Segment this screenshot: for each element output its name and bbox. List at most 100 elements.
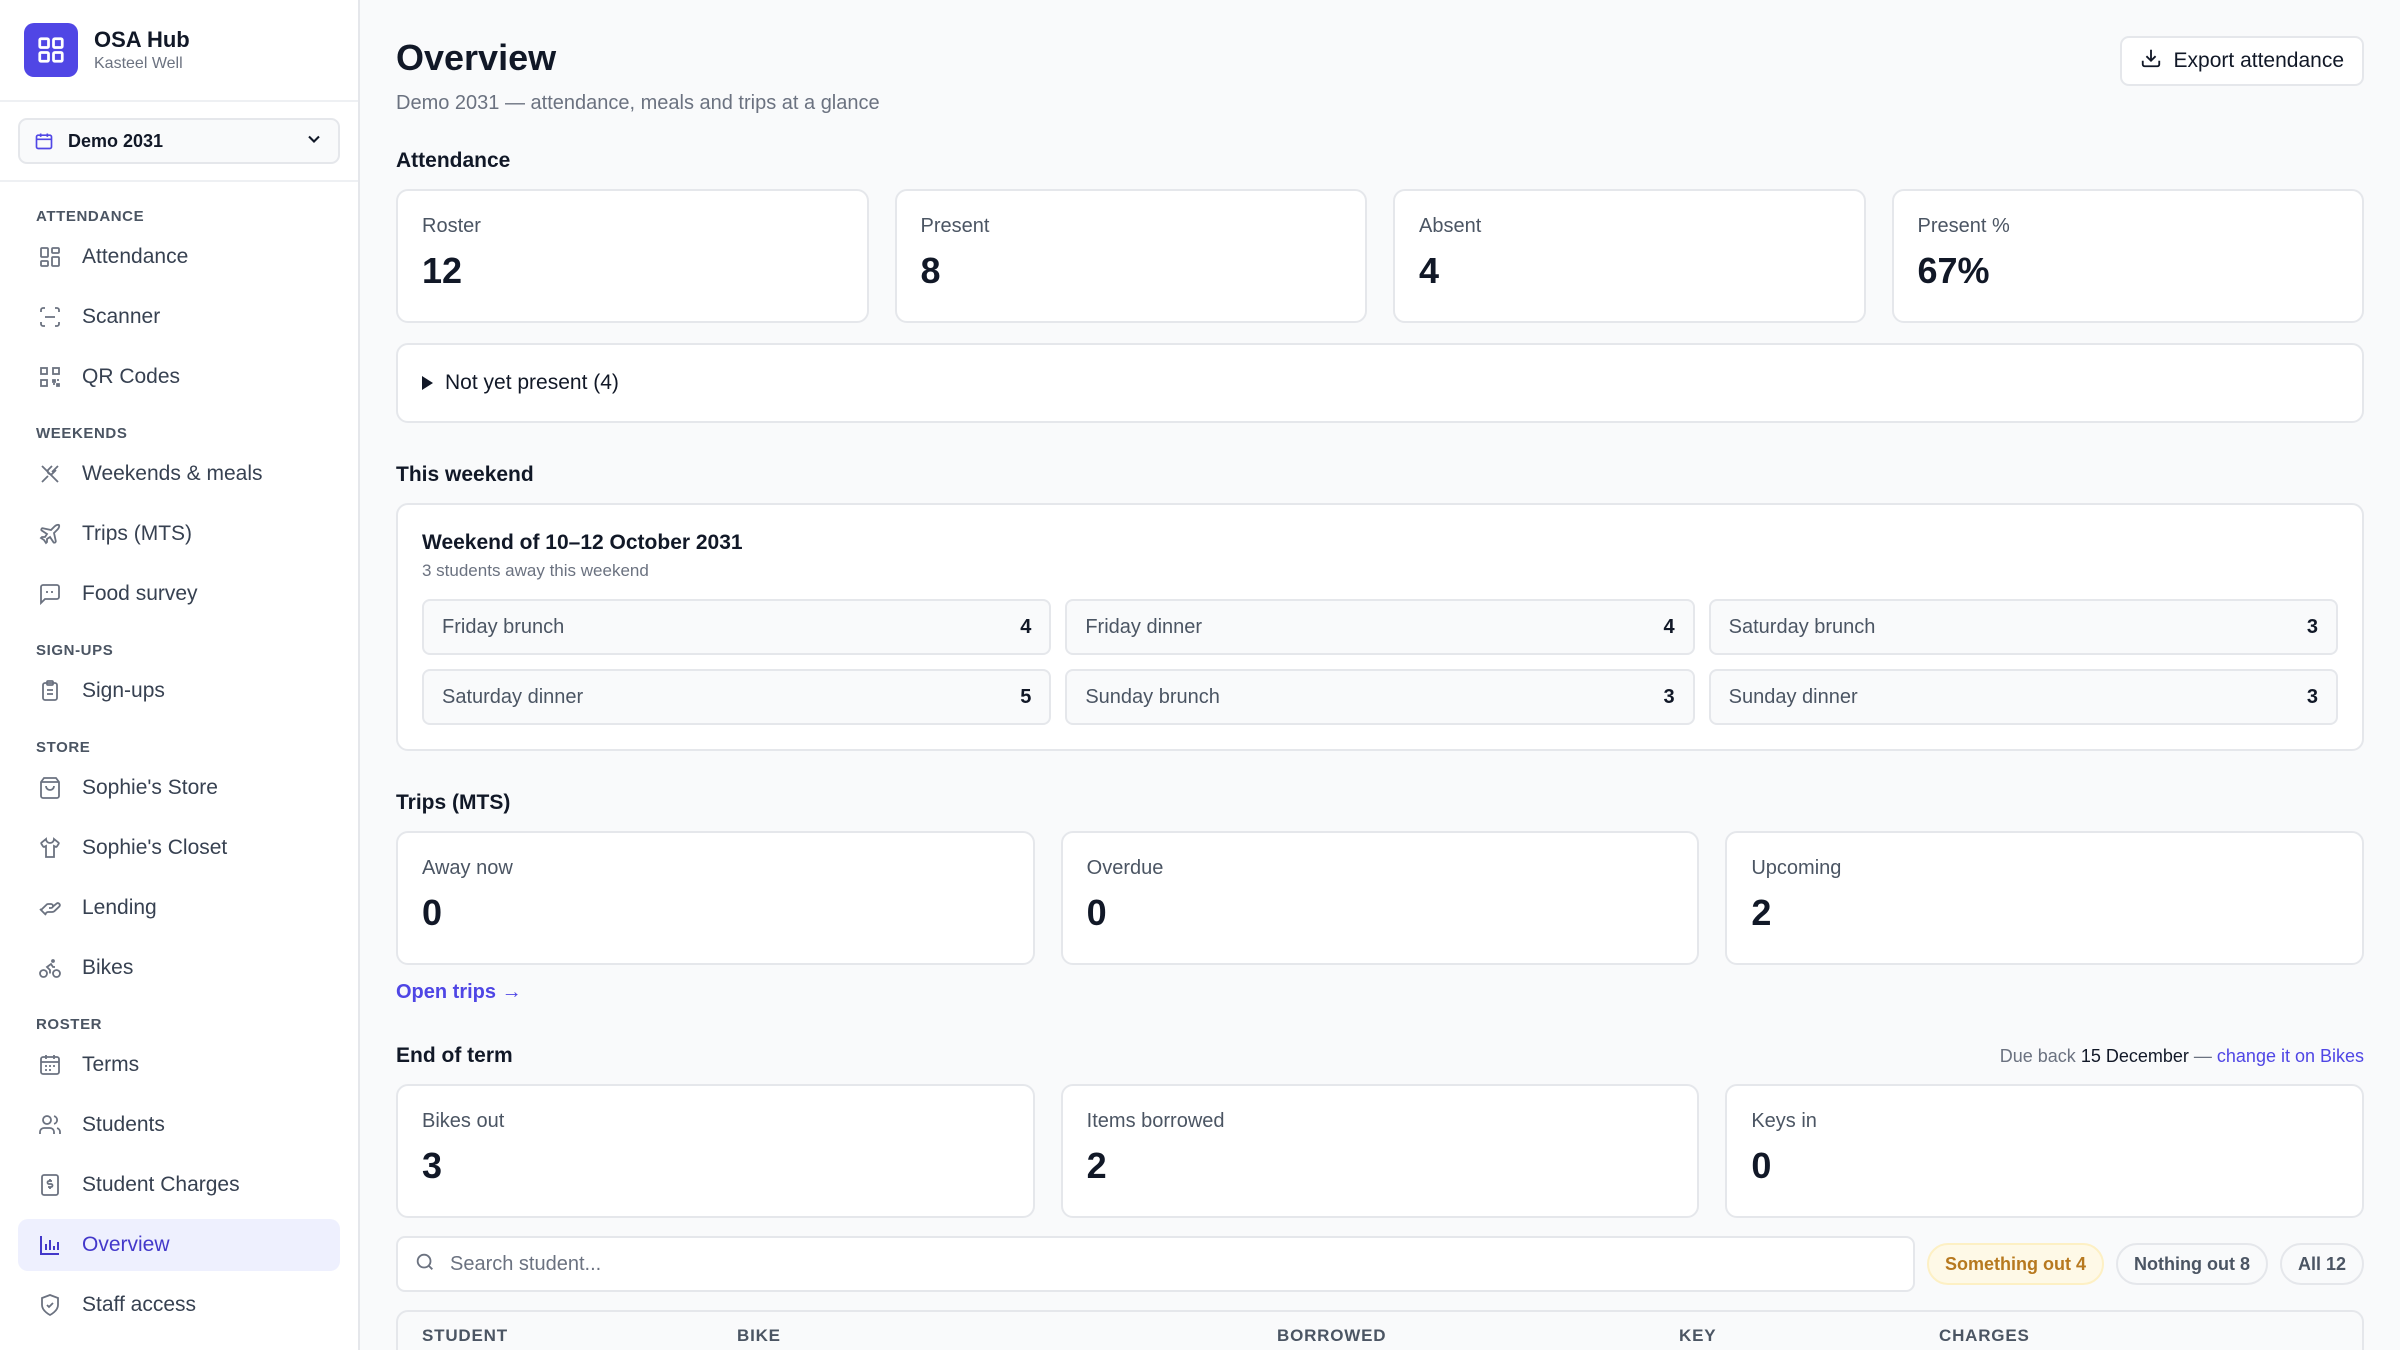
attendance-stats: Roster 12 Present 8 Absent 4 Present % 6… xyxy=(396,189,2364,323)
meal-label: Saturday brunch xyxy=(1728,615,1876,638)
meal-count: 3 xyxy=(1663,685,1675,708)
sidebar-item-student-charges[interactable]: Student Charges xyxy=(18,1159,340,1211)
table-header: STUDENT BIKE BORROWED KEY CHARGES xyxy=(396,1310,2364,1350)
sidebar-item-scanner[interactable]: Scanner xyxy=(18,291,340,343)
filter-chip-nothing-out[interactable]: Nothing out 8 xyxy=(2115,1243,2268,1285)
bike-icon xyxy=(36,954,64,982)
end-of-term-header: End of term Due back 15 December — chang… xyxy=(396,1044,2364,1068)
search-input[interactable] xyxy=(450,1252,1897,1276)
sidebar-item-sophies-store[interactable]: Sophie's Store xyxy=(18,762,340,814)
stat-value: 0 xyxy=(1751,1145,1772,1186)
open-trips-link[interactable]: Open trips → xyxy=(396,981,522,1003)
stat-card-items-borrowed: Items borrowed 2 xyxy=(1060,1084,1700,1218)
hand-icon xyxy=(36,894,64,922)
app: OSA Hub Kasteel Well Demo 2031 ATTENDANC… xyxy=(0,0,2400,1350)
stat-value: 2 xyxy=(1751,892,1772,933)
stat-label: Present % xyxy=(1917,215,2010,237)
not-yet-present-label: Not yet present (4) xyxy=(445,371,619,394)
scan-icon xyxy=(36,303,64,331)
brand-title: OSA Hub xyxy=(94,27,190,52)
meal-count-item: Sunday dinner 3 xyxy=(1708,669,2338,725)
page-subtitle: Demo 2031 — attendance, meals and trips … xyxy=(396,92,880,114)
sidebar-item-label: Sign-ups xyxy=(82,679,165,702)
filter-chip-something-out[interactable]: Something out 4 xyxy=(1926,1243,2104,1285)
stat-card-overdue: Overdue 0 xyxy=(1060,831,1700,965)
sidebar-item-label: Overview xyxy=(82,1233,170,1256)
weekend-card: Weekend of 10–12 October 2031 3 students… xyxy=(396,503,2364,751)
term-select[interactable]: Demo 2031 xyxy=(18,118,340,164)
meal-label: Sunday brunch xyxy=(1085,685,1220,708)
utensils-icon xyxy=(36,460,64,488)
sidebar-item-label: Scanner xyxy=(82,305,161,328)
sidebar-item-staff-access[interactable]: Staff access xyxy=(18,1279,340,1331)
meal-count: 3 xyxy=(2306,615,2318,638)
stat-value: 2 xyxy=(1086,1145,1107,1186)
stat-value: 67% xyxy=(1917,250,1990,291)
sidebar-item-label: Weekends & meals xyxy=(82,462,263,485)
due-date: 15 December xyxy=(2080,1045,2189,1066)
meal-label: Friday brunch xyxy=(442,615,565,638)
filter-chip-all[interactable]: All 12 xyxy=(2279,1243,2364,1285)
meal-count: 4 xyxy=(1663,615,1675,638)
sidebar-item-attendance[interactable]: Attendance xyxy=(18,231,340,283)
main-content: Overview Demo 2031 — attendance, meals a… xyxy=(360,0,2400,1350)
shirt-icon xyxy=(36,834,64,862)
stat-card-present-percent: Present % 67% xyxy=(1891,189,2364,323)
stat-label: Roster xyxy=(422,215,481,237)
student-search xyxy=(396,1236,1915,1292)
sidebar-item-label: Lending xyxy=(82,896,157,919)
stat-card-keys-in: Keys in 0 xyxy=(1725,1084,2365,1218)
nav-group-store: STORE xyxy=(36,739,91,756)
shield-icon xyxy=(36,1291,64,1319)
not-yet-present-toggle[interactable]: Not yet present (4) xyxy=(396,343,2364,423)
sidebar-item-weekends-meals[interactable]: Weekends & meals xyxy=(18,448,340,500)
sidebar: OSA Hub Kasteel Well Demo 2031 ATTENDANC… xyxy=(0,0,360,1350)
stat-value: 0 xyxy=(1086,892,1107,933)
page-header: Overview Demo 2031 — attendance, meals a… xyxy=(396,36,2364,115)
sidebar-item-trips[interactable]: Trips (MTS) xyxy=(18,508,340,560)
due-prefix: Due back xyxy=(1999,1045,2076,1066)
meal-count-item: Sunday brunch 3 xyxy=(1065,669,1695,725)
column-header-bike[interactable]: BIKE xyxy=(737,1326,1277,1346)
sidebar-item-label: Student Charges xyxy=(82,1173,240,1196)
stat-value: 3 xyxy=(422,1145,443,1186)
due-back-note: Due back 15 December — change it on Bike… xyxy=(2000,1046,2364,1067)
sidebar-item-lending[interactable]: Lending xyxy=(18,882,340,934)
export-attendance-button[interactable]: Export attendance xyxy=(2119,36,2364,86)
dashboard-icon xyxy=(36,243,64,271)
nav-group-attendance: ATTENDANCE xyxy=(36,208,145,225)
weekend-section-title: This weekend xyxy=(396,463,534,486)
message-icon xyxy=(36,580,64,608)
change-due-link[interactable]: change it on Bikes xyxy=(2217,1046,2364,1066)
column-header-borrowed[interactable]: BORROWED xyxy=(1277,1326,1679,1346)
stat-card-absent: Absent 4 xyxy=(1393,189,1866,323)
sidebar-item-food-survey[interactable]: Food survey xyxy=(18,568,340,620)
column-header-charges[interactable]: CHARGES xyxy=(1939,1326,2030,1346)
stat-label: Absent xyxy=(1419,215,1482,237)
sidebar-item-students[interactable]: Students xyxy=(18,1099,340,1151)
stat-label: Overdue xyxy=(1086,857,1164,879)
column-header-key[interactable]: KEY xyxy=(1679,1326,1939,1346)
sidebar-item-label: QR Codes xyxy=(82,365,181,388)
stat-card-away-now: Away now 0 xyxy=(396,831,1035,965)
grid-logo-icon xyxy=(24,23,78,77)
sidebar-item-sign-ups[interactable]: Sign-ups xyxy=(18,665,340,717)
sidebar-item-terms[interactable]: Terms xyxy=(18,1039,340,1091)
meal-label: Sunday dinner xyxy=(1728,685,1858,708)
plane-icon xyxy=(36,520,64,548)
download-icon xyxy=(2140,47,2162,75)
stat-value: 4 xyxy=(1419,250,1440,291)
meal-count-item: Saturday dinner 5 xyxy=(422,669,1052,725)
sidebar-item-sophies-closet[interactable]: Sophie's Closet xyxy=(18,822,340,874)
meal-count: 5 xyxy=(1020,685,1032,708)
brand[interactable]: OSA Hub Kasteel Well xyxy=(0,0,358,102)
column-header-student[interactable]: STUDENT xyxy=(422,1326,737,1346)
stat-label: Away now xyxy=(422,857,513,879)
search-icon xyxy=(414,1251,436,1278)
nav-group-sign-ups: SIGN-UPS xyxy=(36,642,114,659)
sidebar-item-overview[interactable]: Overview xyxy=(18,1219,340,1271)
stat-card-present: Present 8 xyxy=(894,189,1367,323)
sidebar-item-label: Food survey xyxy=(82,582,198,605)
sidebar-item-bikes[interactable]: Bikes xyxy=(18,942,340,994)
sidebar-item-qr-codes[interactable]: QR Codes xyxy=(18,351,340,403)
